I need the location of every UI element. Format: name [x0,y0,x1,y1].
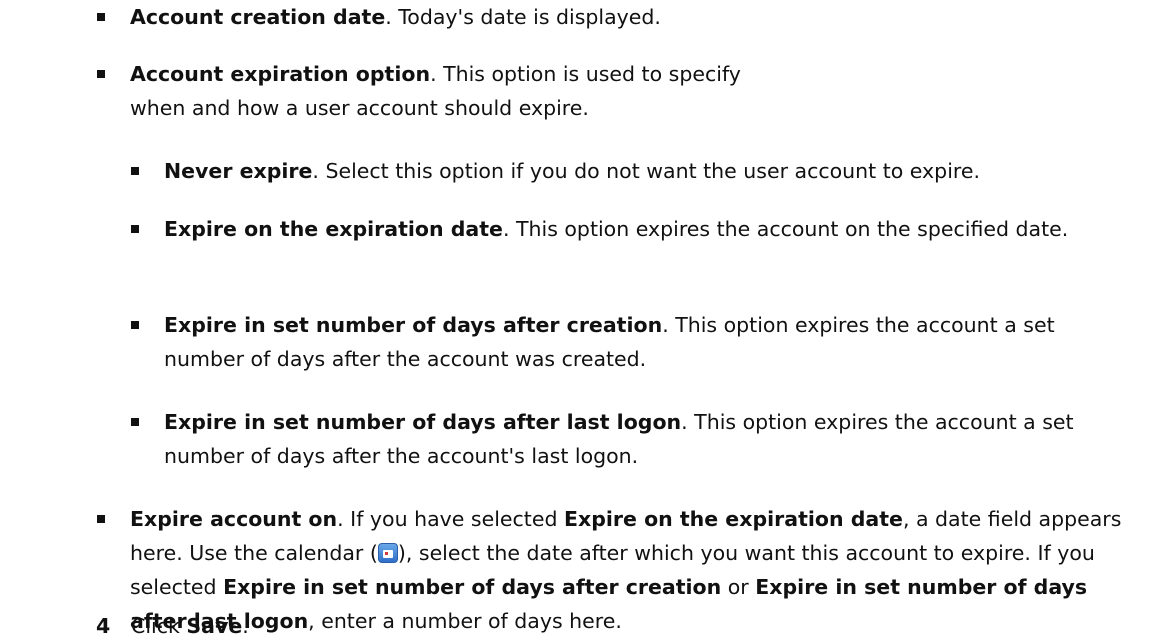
calendar-icon [377,543,398,563]
bullet-marker [131,321,139,329]
sub-bullet-never-expire: Never expire. Select this option if you … [131,154,1149,188]
step-save-label: Save [186,614,243,638]
sub-bullet-expire-after-logon: Expire in set number of days after last … [131,405,1134,473]
bullet-marker [97,13,105,21]
text-segment: . If you have selected [337,507,564,531]
term-expire-account-on: Expire account on [130,507,338,531]
bullet-marker [131,167,139,175]
desc-account-creation-date: . Today's date is displayed. [385,5,661,29]
bullet-marker [97,70,105,78]
bullet-account-creation-date: Account creation date. Today's date is d… [97,0,1130,34]
term-expire-after-creation: Expire in set number of days after creat… [164,313,663,337]
step-prefix: Click [131,614,187,638]
text-segment: or [721,575,756,599]
bullet-marker [131,225,139,233]
step-suffix: . [242,614,249,638]
bullet-account-expiration-option: Account expiration option. This option i… [97,57,770,125]
term-account-expiration-option: Account expiration option [130,62,431,86]
step-4: 4 Click Save. [96,609,996,643]
bullet-marker [97,515,105,523]
desc-never-expire: . Select this option if you do not want … [312,159,980,183]
term-expire-after-logon: Expire in set number of days after last … [164,410,682,434]
term-expire-on-date: Expire on the expiration date [164,217,503,241]
term-never-expire: Never expire [164,159,313,183]
term-ref-expiration-date: Expire on the expiration date [563,507,903,531]
term-account-creation-date: Account creation date [130,5,386,29]
desc-expire-on-date: . This option expires the account on the… [502,217,1069,241]
sub-bullet-expire-on-date: Expire on the expiration date. This opti… [131,212,1094,246]
term-ref-after-creation: Expire in set number of days after creat… [223,575,722,599]
step-number: 4 [96,614,111,638]
bullet-marker [131,418,139,426]
sub-bullet-expire-after-creation: Expire in set number of days after creat… [131,308,1094,376]
